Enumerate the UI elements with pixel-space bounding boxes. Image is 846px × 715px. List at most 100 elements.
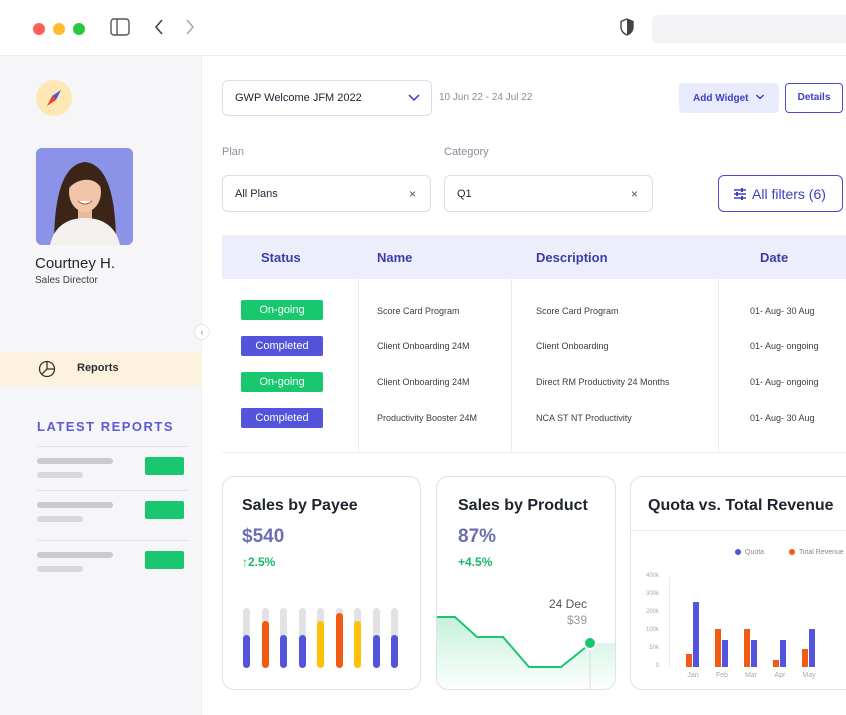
- row-description: NCA ST NT Productivity: [536, 413, 632, 423]
- revenue-bar[interactable]: [773, 660, 779, 667]
- sidebar: Courtney H. Sales Director ‹ Reports LAT…: [0, 56, 210, 715]
- status-badge: On-going: [241, 300, 323, 320]
- payee-bar-track: [317, 608, 324, 668]
- category-field[interactable]: Q1 ×: [444, 175, 653, 212]
- sidebar-item-reports[interactable]: Reports: [0, 352, 202, 386]
- row-name: Client Onboarding 24M: [377, 341, 470, 351]
- row-date: 01- Aug- 30 Aug: [750, 306, 815, 316]
- row-name: Client Onboarding 24M: [377, 377, 470, 387]
- revenue-bar[interactable]: [715, 628, 721, 667]
- minimize-window-button[interactable]: [53, 23, 65, 35]
- payee-bar[interactable]: [372, 635, 380, 668]
- column-header-name[interactable]: Name: [377, 250, 412, 265]
- row-name: Score Card Program: [377, 306, 460, 316]
- payee-bar[interactable]: [243, 635, 250, 668]
- row-date: 01- Aug- ongoing: [750, 341, 819, 351]
- payee-bar[interactable]: [261, 621, 269, 668]
- product-line-chart: [437, 616, 615, 689]
- payee-bar-track: [243, 608, 250, 668]
- maximize-window-button[interactable]: [73, 23, 85, 35]
- quota-bar[interactable]: [780, 640, 786, 667]
- row-name: Productivity Booster 24M: [377, 413, 478, 423]
- report-status-badge: [145, 551, 184, 569]
- revenue-bar[interactable]: [686, 653, 692, 667]
- collapse-sidebar-button[interactable]: ‹: [194, 324, 210, 340]
- pie-chart-icon: [38, 360, 56, 378]
- payee-bar-track: [280, 608, 287, 668]
- details-button[interactable]: Details: [785, 83, 843, 113]
- payee-bar-track: [372, 608, 380, 668]
- program-select-value: GWP Welcome JFM 2022: [235, 92, 362, 104]
- line-area: [437, 617, 615, 689]
- placeholder-line: [37, 502, 113, 508]
- payee-bar[interactable]: [335, 613, 343, 668]
- column-header-description[interactable]: Description: [536, 250, 608, 265]
- tooltip-point[interactable]: [583, 636, 597, 650]
- quota-bar[interactable]: [809, 628, 815, 667]
- status-badge: Completed: [241, 408, 323, 428]
- all-filters-label: All filters (6): [752, 186, 826, 202]
- quota-vs-revenue-card[interactable]: Quota vs. Total Revenue Quota Total Reve…: [630, 476, 846, 690]
- payee-bar[interactable]: [280, 635, 287, 668]
- status-badge: Completed: [241, 336, 323, 356]
- add-widget-button[interactable]: Add Widget: [679, 83, 779, 113]
- compass-logo-icon: [36, 80, 72, 116]
- sidebar-toggle-icon[interactable]: [110, 18, 130, 36]
- forward-arrow-icon[interactable]: [184, 18, 196, 36]
- legend-dot: [735, 549, 741, 556]
- plan-field[interactable]: All Plans ×: [222, 175, 431, 212]
- placeholder-line: [37, 516, 83, 522]
- close-window-button[interactable]: [33, 23, 45, 35]
- clear-plan-icon[interactable]: ×: [409, 187, 416, 201]
- revenue-bar[interactable]: [744, 628, 750, 667]
- report-list-item[interactable]: [37, 446, 189, 496]
- column-header-status[interactable]: Status: [261, 250, 301, 265]
- row-date: 01- Aug- ongoing: [750, 377, 819, 387]
- report-list-item[interactable]: [37, 490, 189, 540]
- x-tick-label: Mar: [744, 672, 758, 679]
- window-titlebar: [0, 0, 846, 56]
- add-widget-label: Add Widget: [693, 93, 749, 104]
- row-date: 01- Aug- 30 Aug: [750, 413, 815, 423]
- user-name: Courtney H.: [35, 255, 116, 272]
- clear-category-icon[interactable]: ×: [631, 187, 638, 201]
- y-tick-label: 100k: [645, 627, 659, 633]
- quota-bar[interactable]: [693, 601, 699, 667]
- sales-by-product-card[interactable]: Sales by Product 87% +4.5% 24 Dec $39: [436, 476, 616, 690]
- user-role: Sales Director: [35, 275, 98, 286]
- payee-bar[interactable]: [391, 635, 398, 668]
- payee-bar-track: [298, 608, 306, 668]
- x-tick-label: Apr: [774, 672, 786, 679]
- sales-by-payee-card[interactable]: Sales by Payee $540 ↑2.5%: [222, 476, 421, 690]
- quota-bar[interactable]: [751, 640, 757, 667]
- row-description: Score Card Program: [536, 306, 619, 316]
- revenue-bar[interactable]: [802, 649, 808, 667]
- back-arrow-icon[interactable]: [153, 18, 165, 36]
- quota-bar[interactable]: [722, 640, 728, 667]
- column-divider: [718, 279, 719, 453]
- chevron-down-icon: [408, 94, 420, 102]
- plan-label: Plan: [222, 146, 245, 158]
- avatar[interactable]: [36, 148, 133, 245]
- payee-bar[interactable]: [298, 635, 306, 668]
- row-description: Direct RM Productivity 24 Months: [536, 377, 670, 387]
- status-badge: On-going: [241, 372, 323, 392]
- report-list-item[interactable]: [37, 540, 189, 590]
- placeholder-line: [37, 458, 113, 464]
- placeholder-line: [37, 552, 113, 558]
- legend-dot: [789, 549, 795, 556]
- column-header-date[interactable]: Date: [760, 250, 788, 265]
- address-bar[interactable]: [652, 15, 846, 43]
- shield-icon[interactable]: [620, 18, 634, 36]
- program-select[interactable]: GWP Welcome JFM 2022: [222, 80, 432, 116]
- card-title: Sales by Payee: [242, 497, 358, 514]
- all-filters-button[interactable]: All filters (6): [718, 175, 843, 212]
- payee-bar[interactable]: [354, 621, 361, 668]
- placeholder-line: [37, 472, 83, 478]
- plan-field-value: All Plans: [235, 188, 278, 200]
- payee-bar[interactable]: [317, 621, 324, 668]
- y-tick-label: 50k: [649, 645, 659, 651]
- chevron-down-icon: [755, 94, 765, 100]
- column-divider: [511, 279, 512, 453]
- y-tick-label: 200k: [645, 609, 659, 615]
